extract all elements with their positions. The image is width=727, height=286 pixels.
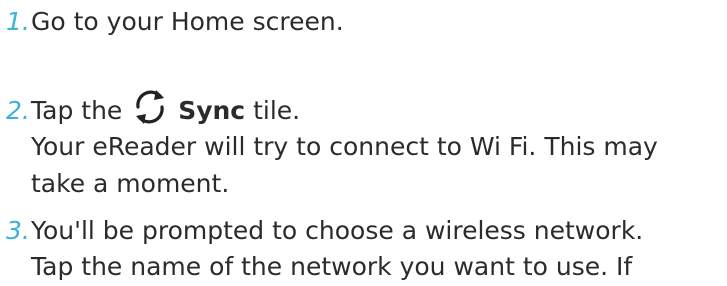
step-text: Tap the name of the network you want to … — [31, 252, 633, 281]
step-first-line: Tap the Sync tile. — [31, 90, 301, 129]
step-text: take a moment. — [31, 169, 230, 198]
step-number: 1. — [6, 7, 30, 36]
step-text: Go to your Home screen. — [31, 7, 344, 36]
step-text-suffix: tile. — [245, 96, 301, 125]
step-text: You'll be prompted to choose a wireless … — [31, 216, 644, 245]
step-text-prefix: Tap the — [31, 96, 123, 125]
step-text: Your eReader will try to connect to Wi F… — [31, 132, 658, 161]
sync-icon — [130, 87, 170, 124]
sync-label: Sync — [178, 96, 246, 125]
step-number: 2. — [6, 96, 30, 125]
step-number: 3. — [6, 216, 30, 245]
